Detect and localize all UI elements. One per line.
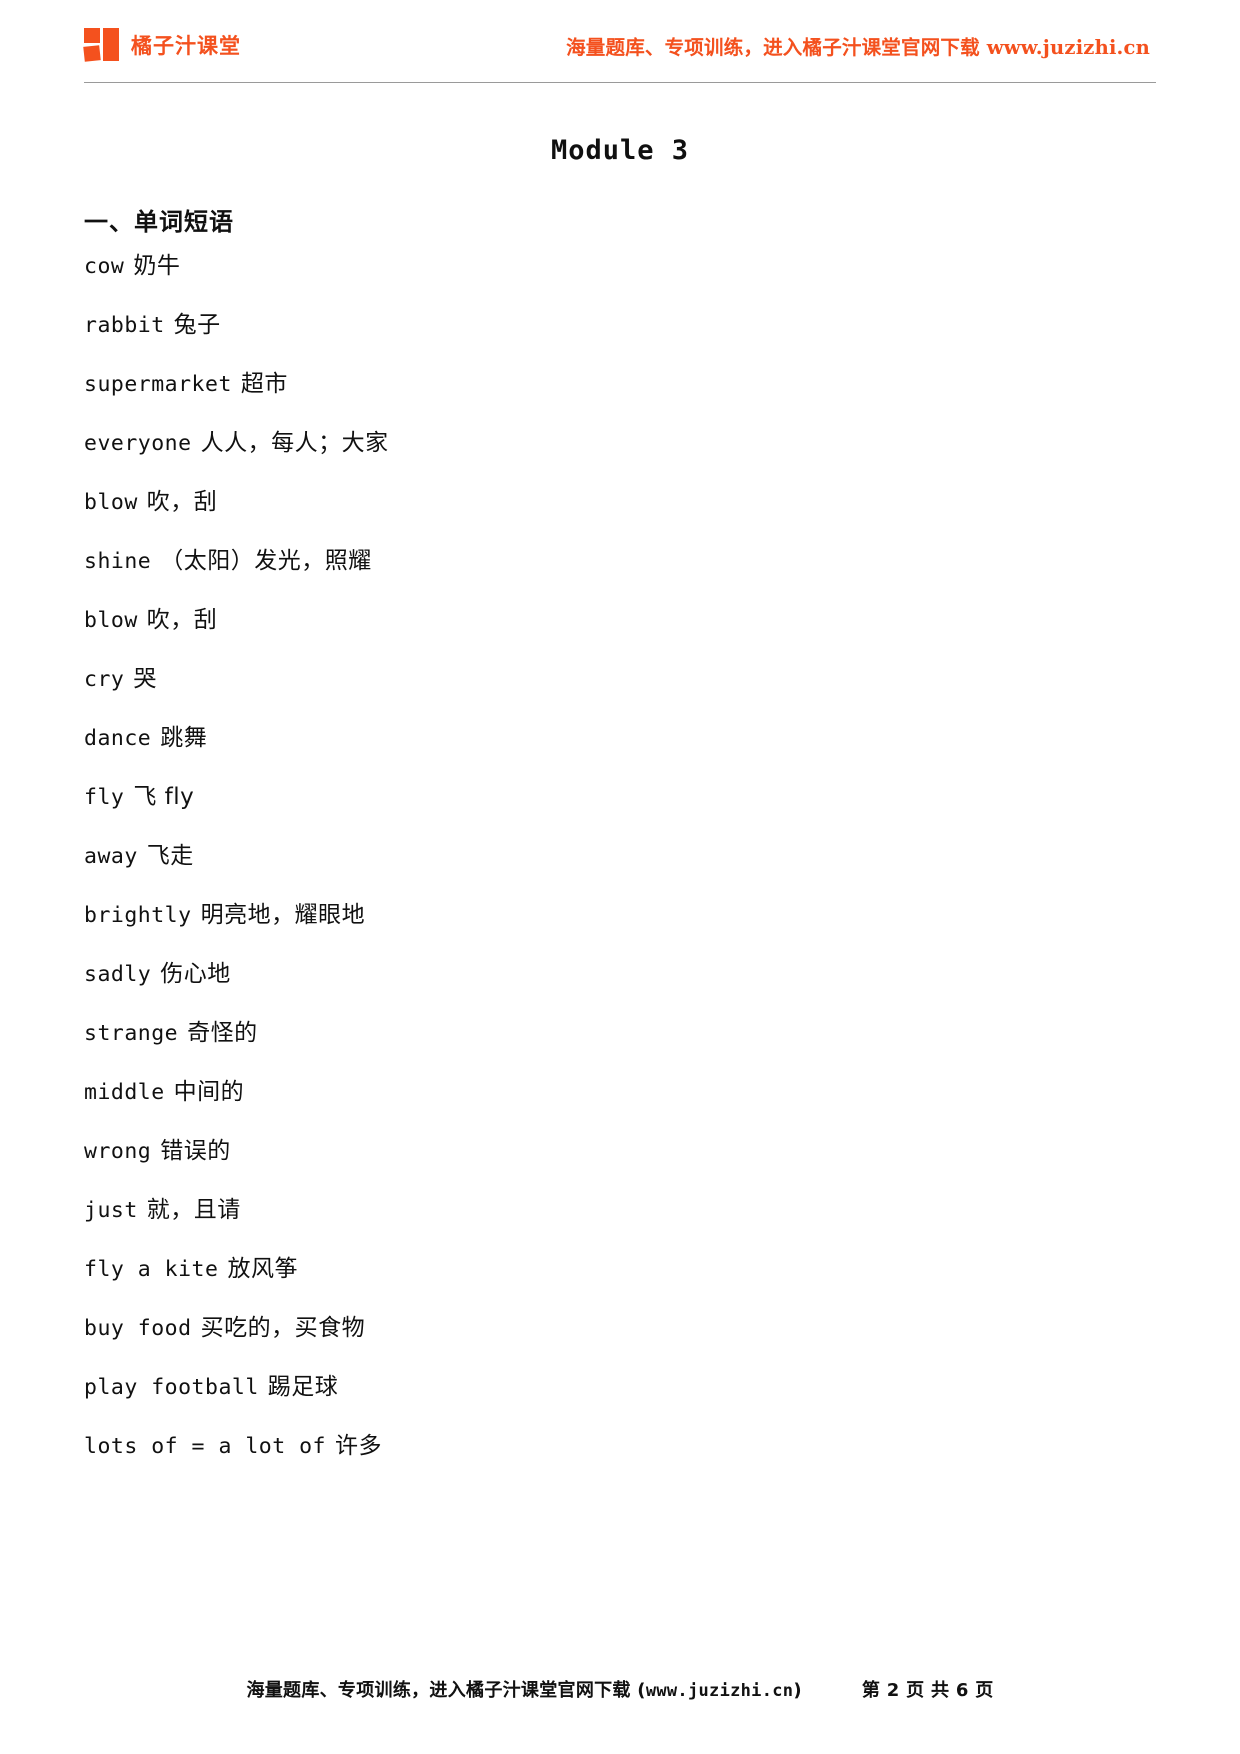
footer-note: 海量题库、专项训练，进入橘子汁课堂官网下载 (www.juzizhi.cn) [246, 1676, 801, 1702]
vocab-term: away [84, 844, 138, 869]
vocab-gloss: 放风筝 [227, 1256, 298, 1282]
vocab-term: play football [84, 1375, 259, 1400]
list-item: lots of = a lot of 许多 [84, 1417, 1156, 1476]
list-item: cow 奶牛 [84, 237, 1156, 296]
vocab-gloss: 吹，刮 [146, 607, 218, 633]
vocab-term: buy food [84, 1316, 192, 1341]
list-item: middle 中间的 [84, 1063, 1156, 1122]
vocab-term: fly [84, 785, 125, 810]
vocab-term: lots of = a lot of [84, 1434, 326, 1459]
list-item: brightly 明亮地，耀眼地 [84, 886, 1156, 945]
page-header: 橘子汁课堂 海量题库、专项训练，进入橘子汁课堂官网下载 www.juzizhi.… [83, 0, 1156, 76]
vocab-term: cow [84, 254, 125, 279]
vocab-gloss: 踢足球 [267, 1374, 339, 1400]
footer-note-suffix: ) [793, 1680, 802, 1701]
vocab-gloss: 明亮地，耀眼地 [200, 902, 366, 928]
vocab-gloss: 许多 [335, 1433, 382, 1459]
vocab-gloss: 飞 fly [133, 784, 195, 810]
orange-squares-logo-icon [83, 28, 122, 62]
list-item: sadly 伤心地 [84, 945, 1156, 1004]
vocab-gloss: 人人，每人；大家 [200, 430, 389, 456]
list-item: rabbit 兔子 [84, 296, 1156, 355]
vocab-gloss: 买吃的，买食物 [200, 1315, 366, 1341]
list-item: fly a kite 放风筝 [84, 1240, 1156, 1299]
list-item: buy food 买吃的，买食物 [84, 1299, 1156, 1358]
vocab-gloss: 伤心地 [160, 961, 231, 987]
section-heading: 一、单词短语 [84, 208, 234, 236]
vocab-term: strange [84, 1021, 179, 1046]
vocab-term: blow [84, 608, 138, 633]
list-item: fly 飞 fly [84, 768, 1156, 827]
list-item: blow 吹，刮 [84, 591, 1156, 650]
list-item: play football 踢足球 [84, 1358, 1156, 1417]
list-item: shine （太阳）发光，照耀 [84, 532, 1156, 591]
vocab-term: supermarket [84, 372, 232, 397]
list-item: supermarket 超市 [84, 355, 1156, 414]
list-item: just 就，且请 [84, 1181, 1156, 1240]
vocab-gloss: 错误的 [160, 1138, 231, 1164]
header-slogan: 海量题库、专项训练，进入橘子汁课堂官网下载 www.juzizhi.cn [566, 35, 1150, 59]
list-item: dance 跳舞 [84, 709, 1156, 768]
vocab-term: just [84, 1198, 138, 1223]
vocab-term: rabbit [84, 313, 165, 338]
vocab-gloss: 跳舞 [160, 725, 208, 751]
list-item: everyone 人人，每人；大家 [84, 414, 1156, 473]
list-item: cry 哭 [84, 650, 1156, 709]
page-title: Module 3 [550, 135, 690, 166]
vocabulary-list: cow 奶牛 rabbit 兔子 supermarket 超市 everyone 人人，每人；… [84, 237, 1156, 1476]
vocab-term: sadly [84, 962, 152, 987]
vocab-term: everyone [84, 431, 192, 456]
list-item: strange 奇怪的 [84, 1004, 1156, 1063]
vocab-gloss: 哭 [133, 666, 157, 692]
vocab-gloss: （太阳）发光，照耀 [160, 548, 372, 574]
header-divider [84, 82, 1156, 83]
list-item: blow 吹，刮 [84, 473, 1156, 532]
list-item: away 飞走 [84, 827, 1156, 886]
footer-note-prefix: 海量题库、专项训练，进入橘子汁课堂官网下载 ( [246, 1680, 646, 1701]
vocab-gloss: 飞走 [146, 843, 194, 869]
document-page: 橘子汁课堂 海量题库、专项训练，进入橘子汁课堂官网下载 www.juzizhi.… [0, 0, 1240, 1754]
vocab-gloss: 中间的 [173, 1079, 245, 1105]
brand-logo: 橘子汁课堂 [83, 28, 241, 62]
vocab-term: shine [84, 549, 152, 574]
vocab-gloss: 就，且请 [146, 1197, 241, 1223]
vocab-term: cry [84, 667, 125, 692]
vocab-gloss: 兔子 [173, 312, 221, 338]
vocab-term: fly a kite [84, 1257, 219, 1282]
vocab-gloss: 奇怪的 [187, 1020, 258, 1046]
page-number: 第 2 页 共 6 页 [861, 1680, 994, 1701]
list-item: wrong 错误的 [84, 1122, 1156, 1181]
page-footer: 海量题库、专项训练，进入橘子汁课堂官网下载 (www.juzizhi.cn) 第… [84, 1676, 1156, 1702]
vocab-term: blow [84, 490, 138, 515]
vocab-term: middle [84, 1080, 165, 1105]
vocab-gloss: 超市 [240, 371, 288, 397]
vocab-term: brightly [84, 903, 192, 928]
vocab-gloss: 吹，刮 [146, 489, 218, 515]
footer-note-url: www.juzizhi.cn [645, 1681, 794, 1701]
brand-name: 橘子汁课堂 [131, 34, 241, 58]
vocab-term: dance [84, 726, 152, 751]
vocab-gloss: 奶牛 [133, 253, 181, 279]
vocab-term: wrong [84, 1139, 152, 1164]
